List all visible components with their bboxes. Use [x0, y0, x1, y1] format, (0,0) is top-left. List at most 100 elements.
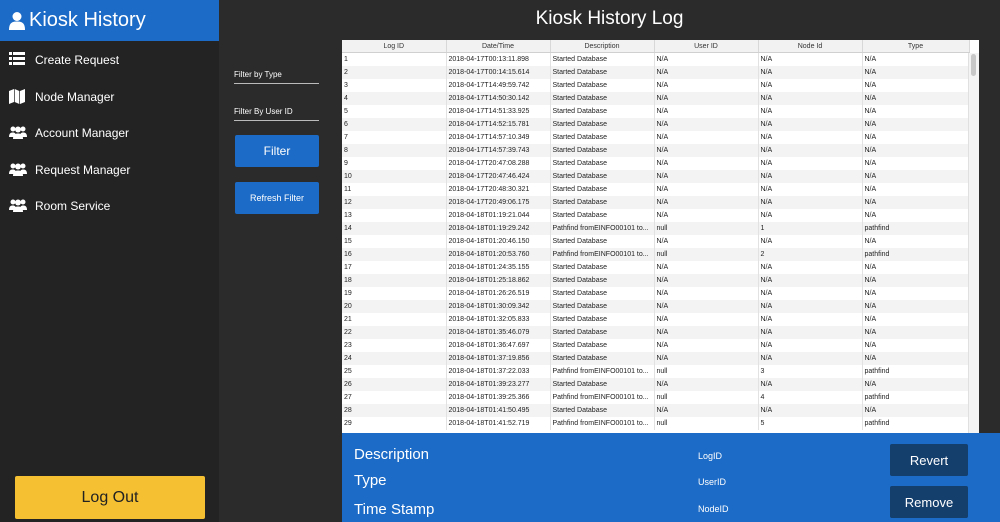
table-cell: 2018-04-17T20:48:30.321	[446, 183, 551, 196]
table-cell: null	[654, 417, 759, 430]
table-cell: Pathfind fromEINFO00101 to...	[550, 417, 655, 430]
table-cell: N/A	[654, 209, 759, 222]
table-cell: 2018-04-17T14:57:10.349	[446, 131, 551, 144]
table-row[interactable]: 28 2018-04-18T01:41:50.495 Started Databas…	[342, 404, 970, 417]
table-row[interactable]: 3 2018-04-17T14:49:59.742 Started Database…	[342, 79, 970, 92]
table-cell: N/A	[758, 118, 863, 131]
table-cell: Pathfind fromEINFO00101 to...	[550, 365, 655, 378]
table-header-row: Log ID Date/Time Description User ID Node Id…	[342, 40, 970, 53]
table-scrollbar[interactable]	[968, 53, 979, 433]
table-cell: 11	[342, 183, 447, 196]
scrollbar-thumb[interactable]	[971, 54, 976, 76]
revert-button[interactable]: Revert	[890, 444, 968, 476]
remove-button[interactable]: Remove	[890, 486, 968, 518]
table-row[interactable]: 12 2018-04-17T20:49:06.175 Started Databas…	[342, 196, 970, 209]
table-row[interactable]: 23 2018-04-18T01:36:47.697 Started Databas…	[342, 339, 970, 352]
table-row[interactable]: 1 2018-04-17T00:13:11.898 Started Database…	[342, 52, 970, 66]
table-row[interactable]: 6 2018-04-17T14:52:15.781 Started Database…	[342, 118, 970, 131]
table-cell: 2018-04-18T01:25:18.862	[446, 274, 551, 287]
table-cell: N/A	[654, 131, 759, 144]
table-cell: 2018-04-17T20:47:08.288	[446, 157, 551, 170]
users-icon	[9, 162, 27, 178]
sidebar-item-account-manager[interactable]: Account Manager	[0, 118, 219, 148]
column-header[interactable]: Date/Time	[446, 40, 551, 53]
table-cell: N/A	[862, 378, 970, 391]
table-cell: 2018-04-17T20:47:46.424	[446, 170, 551, 183]
table-row[interactable]: 5 2018-04-17T14:51:33.925 Started Database…	[342, 105, 970, 118]
table-cell: Started Database	[550, 92, 655, 105]
table-cell: 12	[342, 196, 447, 209]
table-cell: Started Database	[550, 300, 655, 313]
sidebar-item-node-manager[interactable]: Node Manager	[0, 82, 219, 112]
table-cell: 3	[342, 79, 447, 92]
table-cell: N/A	[654, 313, 759, 326]
table-cell: N/A	[758, 157, 863, 170]
table-cell: 2018-04-17T00:14:15.614	[446, 66, 551, 79]
sidebar-item-request-manager[interactable]: Request Manager	[0, 155, 219, 185]
filter-by-user-id-field[interactable]: Filter By User ID	[234, 107, 319, 121]
table-row[interactable]: 24 2018-04-18T01:37:19.856 Started Databas…	[342, 352, 970, 365]
table-row[interactable]: 22 2018-04-18T01:35:46.079 Started Databas…	[342, 326, 970, 339]
table-row[interactable]: 21 2018-04-18T01:32:05.833 Started Databas…	[342, 313, 970, 326]
logout-button[interactable]: Log Out	[15, 476, 205, 519]
table-cell: 2	[758, 248, 863, 261]
table-cell: 28	[342, 404, 447, 417]
table-cell: N/A	[758, 131, 863, 144]
table-cell: 3	[758, 365, 863, 378]
table-row[interactable]: 16 2018-04-18T01:20:53.760 Pathfind fromEI…	[342, 248, 970, 261]
table-row[interactable]: 18 2018-04-18T01:25:18.862 Started Databas…	[342, 274, 970, 287]
column-header[interactable]: Log ID	[342, 40, 447, 53]
table-row[interactable]: 29 2018-04-18T01:41:52.719 Pathfind fromEI…	[342, 417, 970, 430]
table-row[interactable]: 14 2018-04-18T01:19:29.242 Pathfind fromEI…	[342, 222, 970, 235]
table-cell: N/A	[862, 183, 970, 196]
column-header[interactable]: Node Id	[758, 40, 863, 53]
table-row[interactable]: 4 2018-04-17T14:50:30.142 Started Database…	[342, 92, 970, 105]
table-row[interactable]: 8 2018-04-17T14:57:39.743 Started Database…	[342, 144, 970, 157]
table-row[interactable]: 19 2018-04-18T01:26:26.519 Started Databas…	[342, 287, 970, 300]
column-header[interactable]: Type	[862, 40, 970, 53]
table-row[interactable]: 25 2018-04-18T01:37:22.033 Pathfind fromEI…	[342, 365, 970, 378]
table-cell: 2018-04-17T14:50:30.142	[446, 92, 551, 105]
table-cell: N/A	[862, 326, 970, 339]
table-row[interactable]: 7 2018-04-17T14:57:10.349 Started Database…	[342, 131, 970, 144]
table-cell: 19	[342, 287, 447, 300]
table-cell: N/A	[654, 52, 759, 66]
filter-button[interactable]: Filter	[235, 135, 319, 167]
table-cell: 29	[342, 417, 447, 430]
column-header[interactable]: Description	[550, 40, 655, 53]
table-cell: N/A	[758, 196, 863, 209]
filter-by-type-field[interactable]: Filter by Type	[234, 70, 319, 84]
table-cell: Started Database	[550, 339, 655, 352]
table-cell: N/A	[758, 52, 863, 66]
table-cell: N/A	[862, 209, 970, 222]
table-row[interactable]: 26 2018-04-18T01:39:23.277 Started Databas…	[342, 378, 970, 391]
table-cell: N/A	[758, 235, 863, 248]
table-row[interactable]: 20 2018-04-18T01:30:09.342 Started Databas…	[342, 300, 970, 313]
table-row[interactable]: 13 2018-04-18T01:19:21.044 Started Databas…	[342, 209, 970, 222]
table-cell: Started Database	[550, 352, 655, 365]
table-cell: N/A	[758, 274, 863, 287]
table-cell: N/A	[758, 105, 863, 118]
table-row[interactable]: 17 2018-04-18T01:24:35.155 Started Databas…	[342, 261, 970, 274]
table-cell: Pathfind fromEINFO00101 to...	[550, 391, 655, 404]
type-label: Type	[354, 472, 387, 489]
table-row[interactable]: 27 2018-04-18T01:39:25.366 Pathfind fromEI…	[342, 391, 970, 404]
table-row[interactable]: 11 2018-04-17T20:48:30.321 Started Databas…	[342, 183, 970, 196]
sidebar-item-create-request[interactable]: Create Request	[0, 45, 219, 75]
table-row[interactable]: 2 2018-04-17T00:14:15.614 Started Database…	[342, 66, 970, 79]
table-row[interactable]: 9 2018-04-17T20:47:08.288 Started Database…	[342, 157, 970, 170]
column-header[interactable]: User ID	[654, 40, 759, 53]
table-cell: 2018-04-18T01:41:52.719	[446, 417, 551, 430]
sidebar-item-room-service[interactable]: Room Service	[0, 191, 219, 221]
table-cell: Pathfind fromEINFO00101 to...	[550, 248, 655, 261]
list-icon	[9, 52, 25, 68]
table-cell: N/A	[654, 352, 759, 365]
table-cell: null	[654, 248, 759, 261]
table-cell: Started Database	[550, 404, 655, 417]
table-cell: 4	[758, 391, 863, 404]
table-row[interactable]: 10 2018-04-17T20:47:46.424 Started Databas…	[342, 170, 970, 183]
refresh-filter-button[interactable]: Refresh Filter	[235, 182, 319, 214]
table-row[interactable]: 15 2018-04-18T01:20:46.150 Started Databas…	[342, 235, 970, 248]
table-cell: N/A	[758, 209, 863, 222]
table-cell: 2018-04-18T01:41:50.495	[446, 404, 551, 417]
